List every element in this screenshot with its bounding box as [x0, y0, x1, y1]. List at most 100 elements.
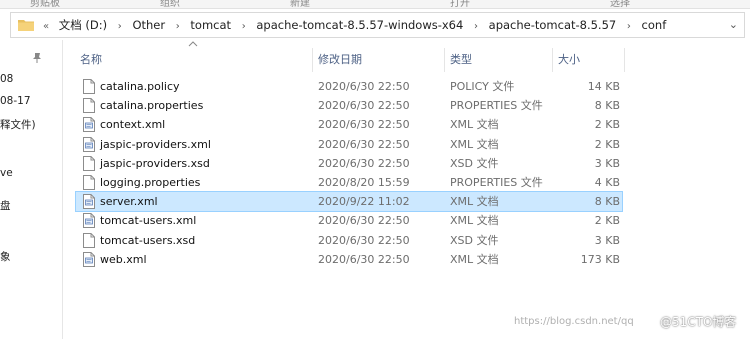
file-modified-date: 2020/6/30 22:50: [318, 99, 410, 113]
nav-item-label[interactable]: 释文件): [0, 117, 36, 132]
file-size: 3 KB: [594, 233, 620, 247]
column-header-type[interactable]: 类型: [450, 48, 472, 72]
breadcrumb-overflow[interactable]: «: [43, 15, 49, 39]
file-type: POLICY 文件: [450, 80, 515, 93]
column-divider[interactable]: [624, 48, 625, 72]
watermark-url: https://blog.csdn.net/qq: [514, 316, 634, 327]
file-size: 14 KB: [587, 80, 620, 93]
file-name: jaspic-providers.xml: [100, 137, 211, 151]
file-name: context.xml: [100, 118, 166, 132]
file-row[interactable]: tomcat-users.xsd 2020/6/30 22:50 XSD 文件 …: [76, 231, 622, 250]
column-header-date[interactable]: 修改日期: [318, 48, 362, 72]
file-size: 173 KB: [580, 252, 620, 266]
file-modified-date: 2020/8/20 15:59: [318, 176, 410, 189]
file-type: PROPERTIES 文件: [450, 99, 543, 113]
sort-ascending-icon: [188, 41, 198, 47]
file-modified-date: 2020/9/22 11:02: [318, 195, 410, 209]
watermark-brand: @51CTO博客: [660, 315, 737, 329]
file-row[interactable]: web.xml 2020/6/30 22:50 XML 文档 173 KB: [76, 250, 622, 269]
column-divider[interactable]: [312, 48, 313, 72]
xml-file-icon: [83, 251, 95, 267]
file-name: server.xml: [100, 195, 158, 209]
column-divider[interactable]: [444, 48, 445, 72]
generic-file-icon: [83, 175, 95, 190]
breadcrumb-item[interactable]: apache-tomcat-8.5.57: [489, 13, 617, 37]
ribbon-label[interactable]: 组织: [160, 0, 180, 8]
file-size: 2 KB: [594, 118, 620, 132]
breadcrumb-separator[interactable]: ›: [242, 15, 246, 39]
xml-file-icon: [83, 136, 95, 152]
file-row[interactable]: context.xml 2020/6/30 22:50 XML 文档 2 KB: [76, 115, 622, 134]
column-header-size[interactable]: 大小: [558, 48, 580, 72]
ribbon-strip: 剪贴板 组织 新建 打开 选择: [0, 0, 750, 9]
nav-item-label[interactable]: 08: [0, 73, 13, 85]
ribbon-label[interactable]: 选择: [610, 0, 630, 8]
file-row[interactable]: catalina.policy 2020/6/30 22:50 POLICY 文…: [76, 77, 622, 96]
address-dropdown-icon[interactable]: ⌄: [729, 18, 738, 31]
file-size: 8 KB: [594, 195, 620, 209]
xml-file-icon: [83, 194, 95, 210]
ribbon-label[interactable]: 新建: [290, 0, 310, 8]
file-row[interactable]: jaspic-providers.xsd 2020/6/30 22:50 XSD…: [76, 154, 622, 173]
file-type: PROPERTIES 文件: [450, 176, 543, 189]
generic-file-icon: [83, 98, 95, 114]
file-name: catalina.policy: [100, 80, 180, 93]
folder-icon: [18, 20, 34, 31]
file-type: XSD 文件: [450, 156, 499, 170]
column-divider[interactable]: [552, 48, 553, 72]
file-name: logging.properties: [100, 176, 201, 189]
file-row[interactable]: logging.properties 2020/8/20 15:59 PROPE…: [76, 173, 622, 192]
file-size: 3 KB: [594, 156, 620, 170]
breadcrumb-separator[interactable]: ›: [474, 15, 478, 39]
file-size: 4 KB: [594, 176, 620, 189]
pin-icon[interactable]: [31, 52, 43, 64]
file-name: jaspic-providers.xsd: [100, 156, 210, 170]
generic-file-icon: [83, 232, 95, 248]
nav-item-label[interactable]: ve: [0, 167, 13, 179]
ribbon-label[interactable]: 剪贴板: [30, 0, 60, 8]
file-row[interactable]: jaspic-providers.xml 2020/6/30 22:50 XML…: [76, 135, 622, 154]
breadcrumb-item[interactable]: conf: [642, 13, 667, 37]
file-modified-date: 2020/6/30 22:50: [318, 252, 410, 266]
file-modified-date: 2020/6/30 22:50: [318, 233, 410, 247]
breadcrumb: « 文档 (D:) › Other › tomcat › apache-tomc…: [43, 13, 666, 37]
column-header-name[interactable]: 名称: [80, 48, 102, 72]
file-size: 2 KB: [594, 214, 620, 228]
breadcrumb-separator[interactable]: ›: [118, 15, 122, 39]
file-name: tomcat-users.xsd: [100, 233, 196, 247]
nav-item-label[interactable]: 盘: [0, 198, 11, 213]
breadcrumb-item[interactable]: apache-tomcat-8.5.57-windows-x64: [256, 13, 463, 37]
generic-file-icon: [83, 79, 95, 94]
generic-file-icon: [83, 155, 95, 171]
breadcrumb-item[interactable]: 文档 (D:): [59, 13, 107, 37]
file-type: XML 文档: [450, 214, 499, 228]
breadcrumb-separator[interactable]: ›: [627, 15, 631, 39]
file-size: 2 KB: [594, 137, 620, 151]
file-type: XML 文档: [450, 118, 499, 132]
file-name: web.xml: [100, 252, 147, 266]
file-modified-date: 2020/6/30 22:50: [318, 80, 410, 93]
file-modified-date: 2020/6/30 22:50: [318, 137, 410, 151]
xml-file-icon: [83, 213, 95, 229]
file-size: 8 KB: [594, 99, 620, 113]
breadcrumb-item[interactable]: tomcat: [190, 13, 231, 37]
nav-item-label[interactable]: 象: [0, 249, 11, 264]
file-row[interactable]: tomcat-users.xml 2020/6/30 22:50 XML 文档 …: [76, 211, 622, 230]
address-bar[interactable]: « 文档 (D:) › Other › tomcat › apache-tomc…: [10, 12, 745, 38]
column-header-row: 名称 修改日期 类型 大小: [76, 48, 636, 72]
file-type: XML 文档: [450, 137, 499, 151]
file-type: XML 文档: [450, 195, 499, 209]
file-row[interactable]: server.xml 2020/9/22 11:02 XML 文档 8 KB: [75, 191, 623, 213]
file-type: XML 文档: [450, 252, 499, 266]
ribbon-label[interactable]: 打开: [450, 0, 470, 8]
file-modified-date: 2020/6/30 22:50: [318, 156, 410, 170]
navigation-pane[interactable]: 08 08-17 释文件) ve 盘 象: [0, 40, 63, 339]
file-row[interactable]: catalina.properties 2020/6/30 22:50 PROP…: [76, 96, 622, 115]
file-modified-date: 2020/6/30 22:50: [318, 214, 410, 228]
breadcrumb-item[interactable]: Other: [132, 13, 165, 37]
file-name: tomcat-users.xml: [100, 214, 197, 228]
xml-file-icon: [83, 117, 95, 133]
file-modified-date: 2020/6/30 22:50: [318, 118, 410, 132]
nav-item-label[interactable]: 08-17: [0, 95, 31, 107]
breadcrumb-separator[interactable]: ›: [176, 15, 180, 39]
